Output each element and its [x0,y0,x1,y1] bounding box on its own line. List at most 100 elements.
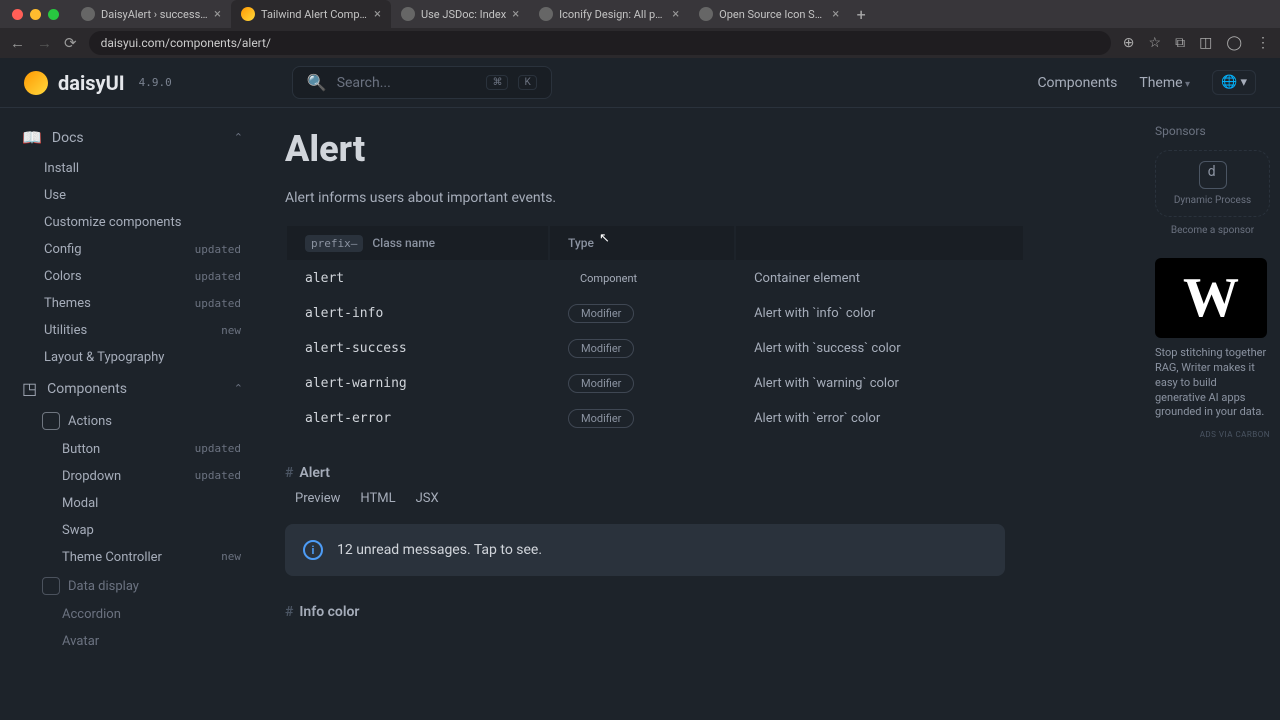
tab-bar: DaisyAlert › success | Histo × Tailwind … [0,0,1280,28]
new-tab-button[interactable]: + [849,5,873,24]
close-tab-icon[interactable]: × [832,7,839,22]
sidebar-group-label: Data display [68,579,139,594]
close-window-icon[interactable] [12,9,23,20]
cell-classname: alert [287,262,548,295]
sidebar-item[interactable]: Dropdownupdated [16,463,249,490]
sponsor-card[interactable]: Dynamic Process [1155,150,1270,217]
tab-jsx[interactable]: JSX [416,491,439,510]
favicon-icon [241,7,255,21]
sidebar-item[interactable]: Accordion [16,601,249,628]
browser-tab[interactable]: Open Source Icon Sets - Ico × [689,0,849,28]
browser-tab[interactable]: DaisyAlert › success | Histo × [71,0,231,28]
nav-theme-dropdown[interactable]: Theme [1139,75,1190,91]
version-text: 4.9.0 [139,76,172,89]
menu-icon[interactable]: ⋮ [1256,35,1270,51]
sidebar-item[interactable]: Customize components [16,209,249,236]
alert-text: 12 unread messages. Tap to see. [337,542,542,558]
col-label: Class name [372,236,435,250]
zoom-icon[interactable]: ⊕ [1123,35,1135,51]
close-tab-icon[interactable]: × [374,7,381,22]
type-badge: Modifier [568,339,634,358]
browser-chrome: DaisyAlert › success | Histo × Tailwind … [0,0,1280,58]
sidebar-badge: updated [195,442,241,457]
cell-desc: Alert with `error` color [736,402,1023,435]
close-tab-icon[interactable]: × [672,7,679,22]
cube-icon: ◳ [22,379,37,398]
search-input[interactable]: 🔍 Search... ⌘ K [292,66,552,99]
reload-button[interactable]: ⟳ [64,34,77,52]
sidebar-item-label: Swap [62,523,94,538]
kbd-k: K [518,75,536,90]
url-input[interactable]: daisyui.com/components/alert/ [89,31,1111,55]
sidebar-item[interactable]: Avatar [16,628,249,655]
tab-preview[interactable]: Preview [295,491,340,510]
sidebar-group-actions[interactable]: Actions [16,406,249,436]
cell-type: Modifier [550,402,734,435]
sidebar-section-components[interactable]: ◳ Components ⌃ [16,371,249,406]
sidebar-group-data-display[interactable]: Data display [16,571,249,601]
sidebar-badge: updated [195,243,241,256]
browser-tab[interactable]: Iconify Design: All popular i × [529,0,689,28]
table-row: alert-errorModifierAlert with `error` co… [287,402,1023,435]
heading-text: Info color [299,604,359,620]
sidebar-item[interactable]: Modal [16,490,249,517]
profile-icon[interactable]: ◯ [1226,35,1242,51]
cell-type: Component [550,262,734,295]
sidebar-item-label: Button [62,442,100,457]
info-icon: i [303,540,323,560]
tab-html[interactable]: HTML [360,491,395,510]
example-heading-alert[interactable]: Alert [285,465,1145,481]
sidebar-badge: new [221,324,241,337]
search-placeholder: Search... [337,75,477,91]
close-tab-icon[interactable]: × [512,7,519,22]
sidebar-badge: updated [195,270,241,283]
tab-title: Open Source Icon Sets - Ico [719,8,826,21]
sidebar-section-label: Docs [52,130,224,146]
sidebar-item[interactable]: Colorsupdated [16,263,249,290]
logo-icon [24,71,48,95]
favicon-icon [401,7,415,21]
table-header-desc [736,226,1023,260]
browser-tab-active[interactable]: Tailwind Alert Component — × [231,0,391,28]
cell-type: Modifier [550,332,734,365]
cell-desc: Alert with `warning` color [736,367,1023,400]
nav-components[interactable]: Components [1037,75,1117,91]
sponsor-name: Dynamic Process [1166,195,1259,206]
tab-title: Tailwind Alert Component — [261,8,368,21]
type-badge: Modifier [568,374,634,393]
logo[interactable]: daisyUI [24,71,125,95]
ad-text: Stop stitching together RAG, Writer make… [1155,346,1270,420]
sidebar: 📖 Docs ⌃ InstallUseCustomize componentsC… [0,108,265,720]
sidebar-group-label: Actions [68,414,112,429]
example-heading-info[interactable]: Info color [285,604,1145,620]
sidebar-badge: updated [195,297,241,310]
sidebar-item[interactable]: Utilitiesnew [16,317,249,344]
sidebar-item[interactable]: Swap [16,517,249,544]
language-button[interactable]: 🌐 ▾ [1212,70,1256,95]
browser-tab[interactable]: Use JSDoc: Index × [391,0,529,28]
back-button[interactable]: ← [10,34,25,52]
maximize-window-icon[interactable] [48,9,59,20]
heading-text: Alert [299,465,330,481]
sidebar-item[interactable]: Layout & Typography [16,344,249,371]
actions-icon [42,412,60,430]
carbon-ad[interactable]: W Stop stitching together RAG, Writer ma… [1155,258,1270,439]
sidebar-section-docs[interactable]: 📖 Docs ⌃ [16,120,249,155]
become-sponsor-link[interactable]: Become a sponsor [1155,225,1270,236]
favicon-icon [699,7,713,21]
sidebar-item-label: Dropdown [62,469,121,484]
extensions-icon[interactable]: ⧉ [1175,35,1185,51]
type-badge: Modifier [568,304,634,323]
sidebar-item[interactable]: Button updated [16,436,249,463]
sidebar-item[interactable]: Themesupdated [16,290,249,317]
ad-image: W [1155,258,1267,338]
minimize-window-icon[interactable] [30,9,41,20]
bookmark-icon[interactable]: ☆ [1149,35,1162,51]
sidebar-item[interactable]: Use [16,182,249,209]
close-tab-icon[interactable]: × [214,7,221,22]
sidebar-item[interactable]: Theme Controllernew [16,544,249,571]
sidebar-item[interactable]: Configupdated [16,236,249,263]
sidepanel-icon[interactable]: ◫ [1199,35,1212,51]
sidebar-item[interactable]: Install [16,155,249,182]
type-badge: Component [568,270,649,287]
